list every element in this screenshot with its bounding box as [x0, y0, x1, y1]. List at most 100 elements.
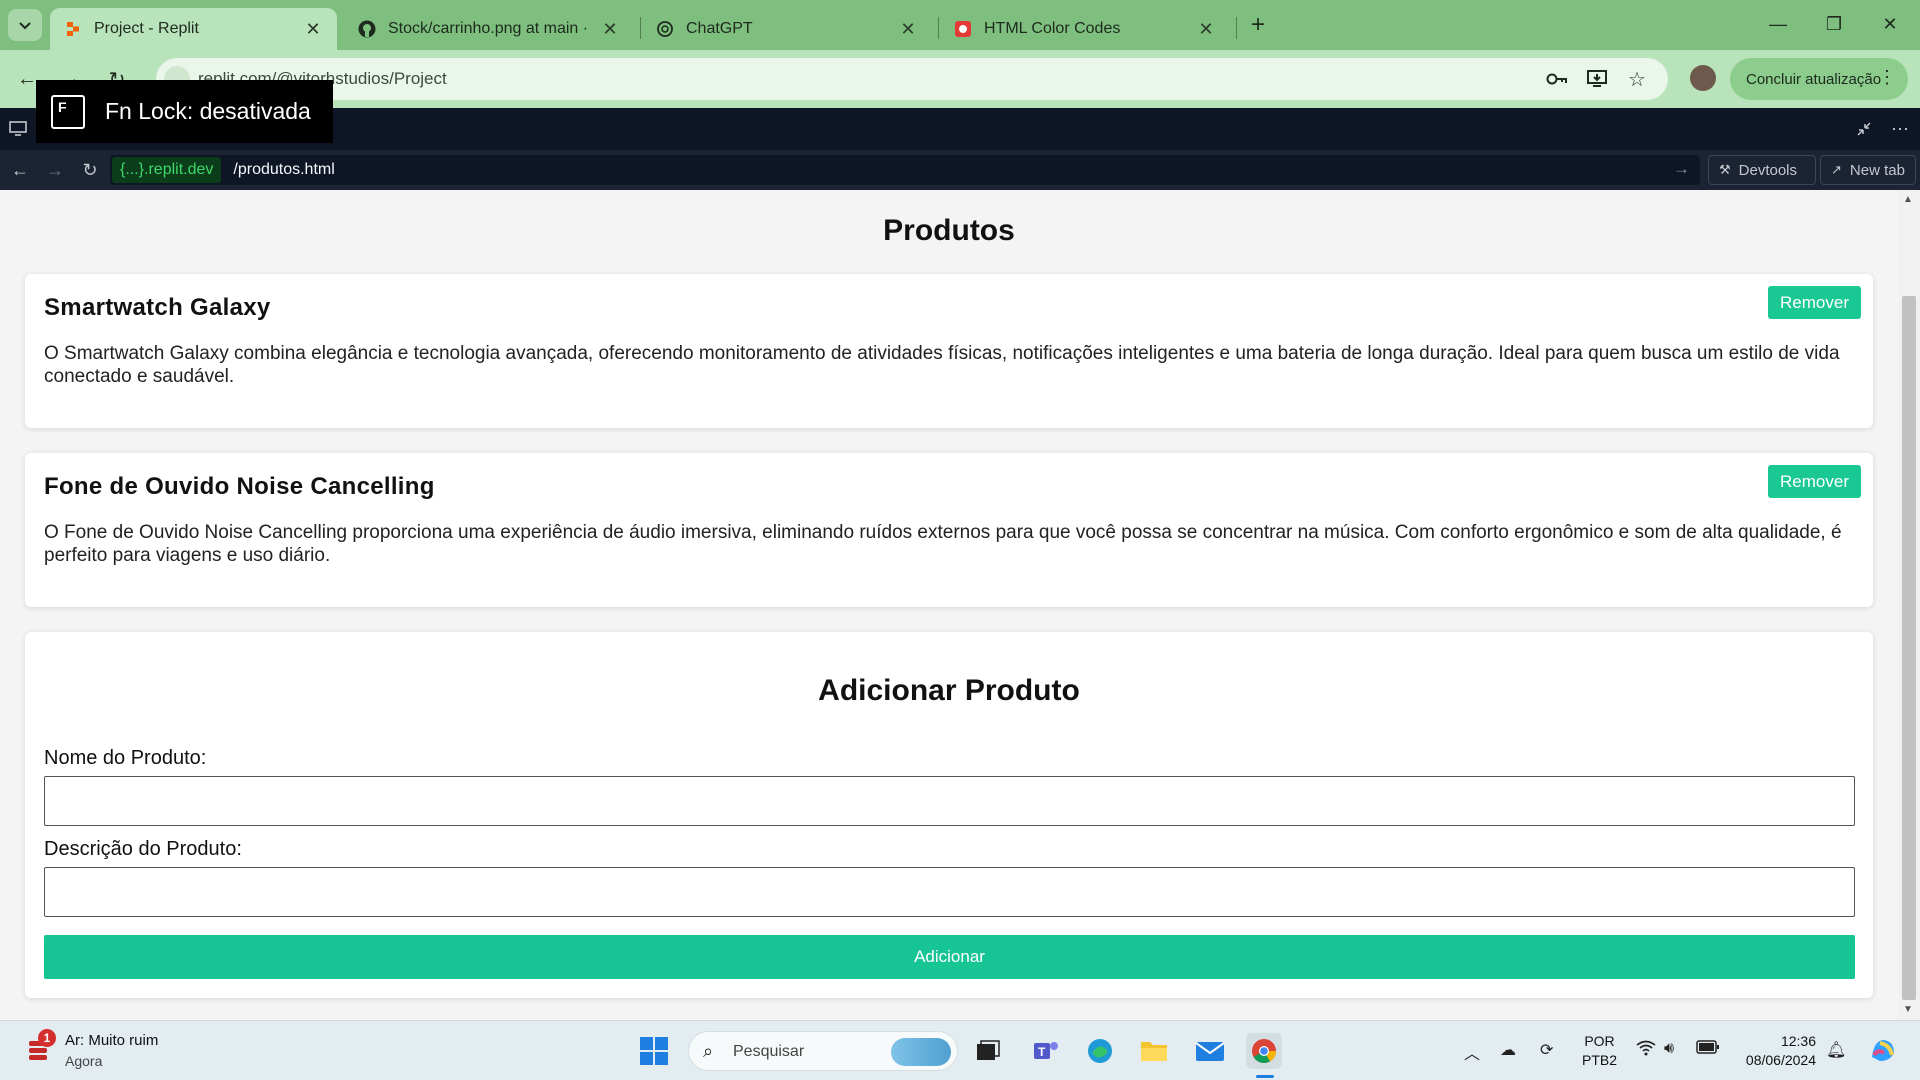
product-description-label: Descrição do Produto: — [44, 838, 242, 860]
replit-icon — [64, 20, 82, 38]
tab-replit[interactable]: Project - Replit ✕ — [50, 8, 337, 50]
key-icon[interactable] — [1542, 64, 1572, 94]
active-app-indicator — [1256, 1075, 1274, 1078]
search-icon: ⌕ — [703, 1041, 714, 1061]
window-close-icon[interactable]: ✕ — [1870, 8, 1910, 40]
bookmark-star-icon[interactable]: ☆ — [1622, 64, 1652, 94]
product-name: Fone de Ouvido Noise Cancelling — [44, 473, 435, 500]
weather-subtitle: Agora — [65, 1053, 103, 1069]
tab-title: Project - Replit — [94, 20, 199, 37]
battery-icon[interactable] — [1696, 1040, 1720, 1059]
teams-icon[interactable]: T — [1028, 1033, 1064, 1069]
clock-date: 08/06/2024 — [1745, 1052, 1816, 1068]
fn-lock-toast: F Fn Lock: desativada — [36, 80, 333, 143]
toast-text: Fn Lock: desativada — [105, 98, 311, 124]
search-highlight-image — [891, 1038, 951, 1066]
new-tab-button[interactable]: ↗ New tab — [1820, 155, 1916, 185]
github-icon — [358, 20, 376, 38]
url-path: /produtos.html — [233, 161, 335, 178]
keyboard-layout: PTB2 — [1582, 1052, 1618, 1068]
search-placeholder: Pesquisar — [733, 1043, 805, 1060]
file-explorer-icon[interactable] — [1136, 1033, 1172, 1069]
webview-url-bar[interactable]: {...}.replit.dev /produtos.html → — [110, 155, 1700, 185]
taskbar-search[interactable]: ⌕ Pesquisar — [688, 1031, 958, 1071]
chatgpt-icon — [656, 20, 674, 38]
install-app-icon[interactable] — [1582, 64, 1612, 94]
close-icon[interactable]: ✕ — [600, 19, 620, 40]
new-tab-label: New tab — [1849, 161, 1905, 179]
weather-title: Ar: Muito ruim — [65, 1032, 159, 1049]
edge-icon[interactable] — [1082, 1033, 1118, 1069]
external-link-icon: ↗ — [1831, 162, 1842, 177]
svg-text:T: T — [1038, 1045, 1046, 1059]
more-options-icon[interactable]: ⋯ — [1888, 117, 1912, 141]
remove-button[interactable]: Remover — [1768, 286, 1861, 319]
scroll-down-icon[interactable]: ▼ — [1903, 1004, 1913, 1015]
weather-badge: 1 — [38, 1029, 56, 1047]
tab-html-color-codes[interactable]: HTML Color Codes ✕ — [940, 8, 1230, 50]
product-name-label: Nome do Produto: — [44, 747, 207, 769]
color-codes-icon — [954, 20, 972, 38]
profile-avatar[interactable] — [1690, 65, 1716, 91]
webview-nav-bar: ← → ↻ {...}.replit.dev /produtos.html → … — [0, 150, 1920, 190]
more-vert-icon: ⋮ — [1878, 67, 1896, 87]
tab-title: ChatGPT — [686, 20, 753, 37]
sync-icon[interactable]: ⟳ — [1540, 1040, 1553, 1060]
close-icon[interactable]: ✕ — [303, 19, 323, 40]
mail-icon[interactable] — [1192, 1033, 1228, 1069]
tab-chatgpt[interactable]: ChatGPT ✕ — [642, 8, 932, 50]
wrench-icon: ⚒ — [1719, 162, 1731, 177]
product-card: Fone de Ouvido Noise Cancelling Remover … — [25, 453, 1873, 607]
webview-forward-icon[interactable]: → — [43, 158, 67, 182]
restore-icon[interactable]: ❐ — [1814, 8, 1854, 40]
system-clock[interactable]: 12:36 08/06/2024 — [1736, 1032, 1816, 1070]
address-bar[interactable]: replit.com/@vitorhstudios/Project ☆ — [156, 58, 1668, 100]
windows-start-icon[interactable] — [640, 1037, 668, 1065]
wifi-icon[interactable] — [1636, 1040, 1656, 1061]
product-description: O Fone de Ouvido Noise Cancelling propor… — [44, 522, 1842, 566]
notification-bell-icon[interactable]: 🔔︎ — [1826, 1040, 1846, 1060]
product-name-input[interactable] — [44, 776, 1855, 826]
url-domain: {...}.replit.dev — [112, 157, 222, 183]
devtools-button[interactable]: ⚒ Devtools — [1708, 155, 1816, 185]
tab-title: Stock/carrinho.png at main · vr — [388, 20, 592, 37]
tab-github[interactable]: Stock/carrinho.png at main · vr ✕ — [344, 8, 634, 50]
product-description-input[interactable] — [44, 867, 1855, 917]
update-button[interactable]: Concluir atualização ⋮ — [1730, 58, 1908, 100]
minimize-icon[interactable]: — — [1758, 8, 1798, 40]
close-icon[interactable]: ✕ — [898, 19, 918, 40]
devtools-label: Devtools — [1738, 161, 1798, 179]
page-scrollbar[interactable]: ▲ ▼ — [1898, 190, 1920, 1020]
form-title: Adicionar Produto — [818, 674, 1080, 707]
close-icon[interactable]: ✕ — [1196, 19, 1216, 40]
webview-back-icon[interactable]: ← — [8, 158, 32, 182]
product-card: Smartwatch Galaxy Remover O Smartwatch G… — [25, 274, 1873, 428]
chevron-down-icon — [19, 22, 31, 30]
collapse-icon[interactable] — [1852, 117, 1876, 141]
chevron-up-icon[interactable]: ︿ — [1464, 1040, 1480, 1064]
chrome-icon[interactable] — [1246, 1033, 1282, 1069]
clock-time: 12:36 — [1780, 1033, 1816, 1049]
new-tab-plus-icon[interactable]: + — [1243, 10, 1273, 40]
onedrive-cloud-icon[interactable]: ☁ — [1500, 1040, 1516, 1060]
scroll-up-icon[interactable]: ▲ — [1903, 194, 1913, 205]
tab-title: HTML Color Codes — [984, 20, 1121, 37]
scrollbar-thumb[interactable] — [1902, 296, 1916, 1000]
webview-reload-icon[interactable]: ↻ — [78, 158, 102, 182]
page-title: Produtos — [883, 214, 1015, 247]
add-product-button[interactable]: Adicionar — [44, 935, 1855, 979]
task-view-icon[interactable] — [970, 1033, 1006, 1069]
remove-button[interactable]: Remover — [1768, 465, 1861, 498]
go-arrow-icon[interactable]: → — [1673, 159, 1690, 179]
tab-separator — [938, 17, 939, 39]
volume-icon[interactable]: 🔊︎ — [1664, 1040, 1674, 1058]
fn-key-letter: F — [58, 98, 67, 115]
fn-key-icon: F — [51, 94, 85, 129]
copilot-icon[interactable] — [1868, 1035, 1898, 1070]
update-label: Concluir atualização — [1746, 70, 1882, 88]
language-indicator[interactable]: POR PTB2 — [1582, 1032, 1617, 1070]
tab-separator — [1236, 17, 1237, 39]
monitor-icon[interactable] — [6, 117, 30, 141]
tab-search-button[interactable] — [8, 9, 42, 41]
tab-separator — [640, 17, 641, 39]
